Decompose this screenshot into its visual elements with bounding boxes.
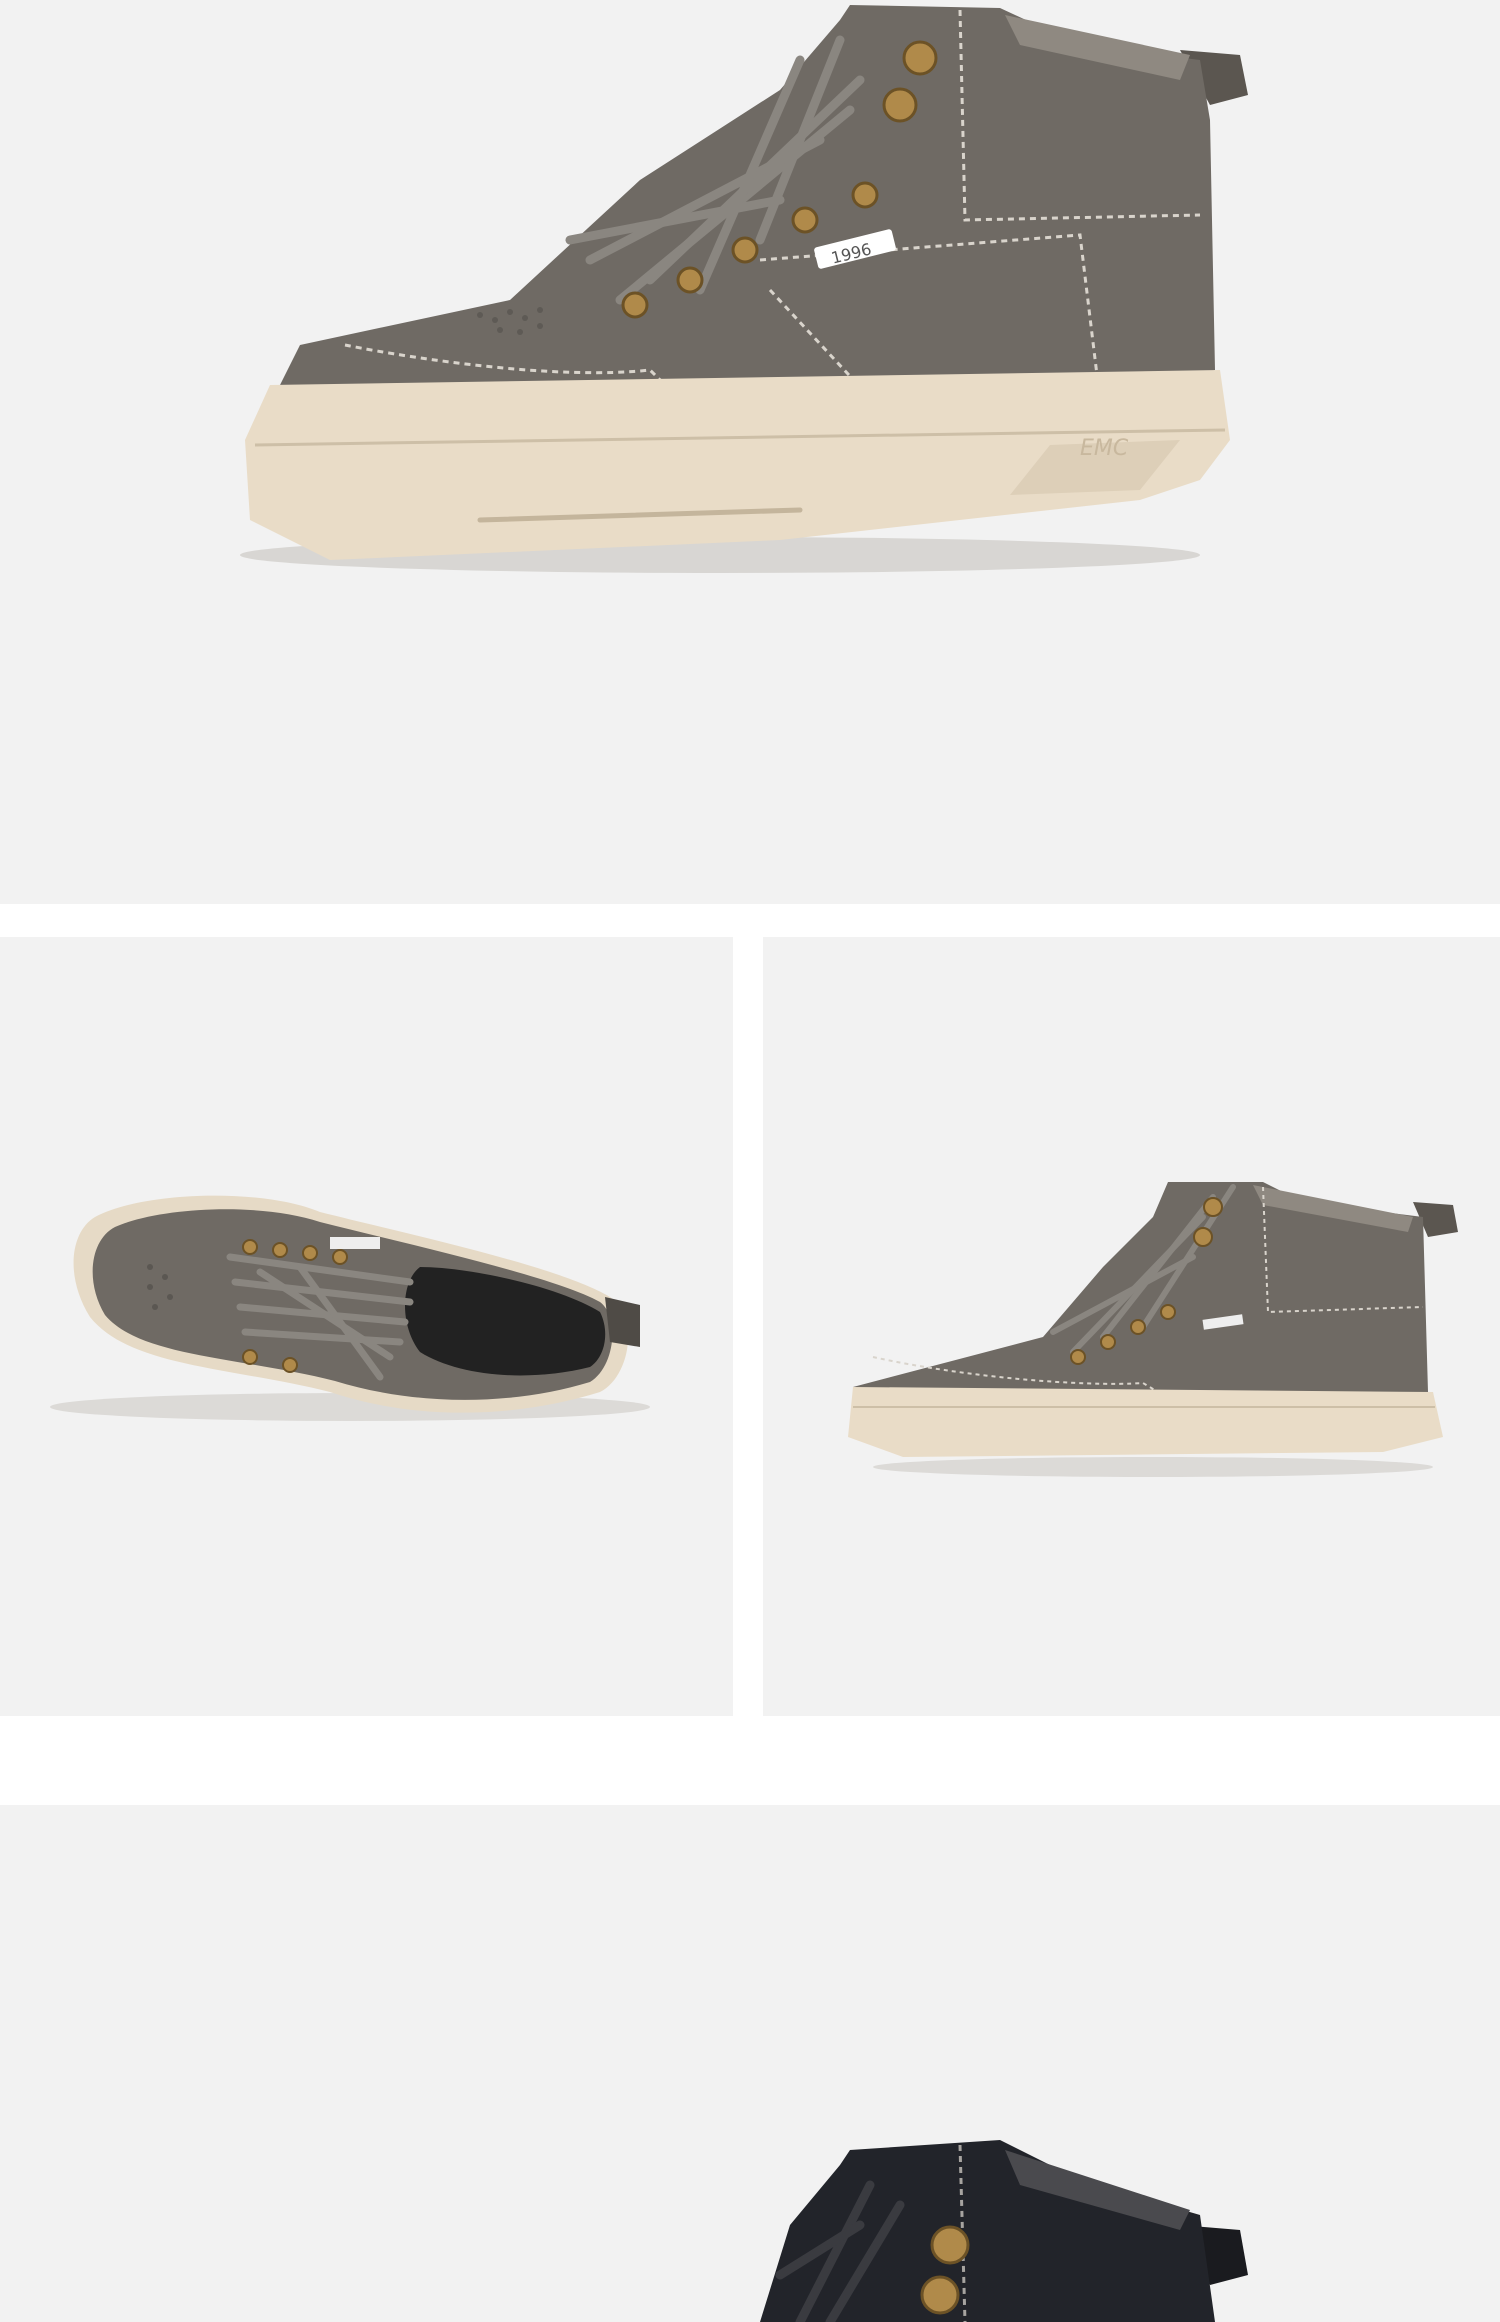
sole-logo-text: EMC: [1080, 436, 1129, 461]
black-sneaker-illustration: [760, 2140, 1248, 2322]
product-image-black-variant: [0, 1805, 1500, 2322]
grey-sneaker-top-illustration: [50, 1195, 650, 1421]
shoe-sole: [848, 1387, 1443, 1457]
grey-sneaker-side-illustration: 1996 EMC: [240, 5, 1248, 573]
grey-sneaker-side-small-illustration: [848, 1182, 1458, 1477]
product-image-side-view: 1996 EMC: [0, 0, 1500, 904]
product-image-top-view: [0, 937, 733, 1716]
shoe-upper: [760, 2140, 1215, 2322]
shoe-shadow: [873, 1457, 1433, 1477]
product-image-side-view-small: [763, 937, 1500, 1716]
brand-tag: [330, 1237, 380, 1249]
heel-tab: [605, 1297, 640, 1347]
